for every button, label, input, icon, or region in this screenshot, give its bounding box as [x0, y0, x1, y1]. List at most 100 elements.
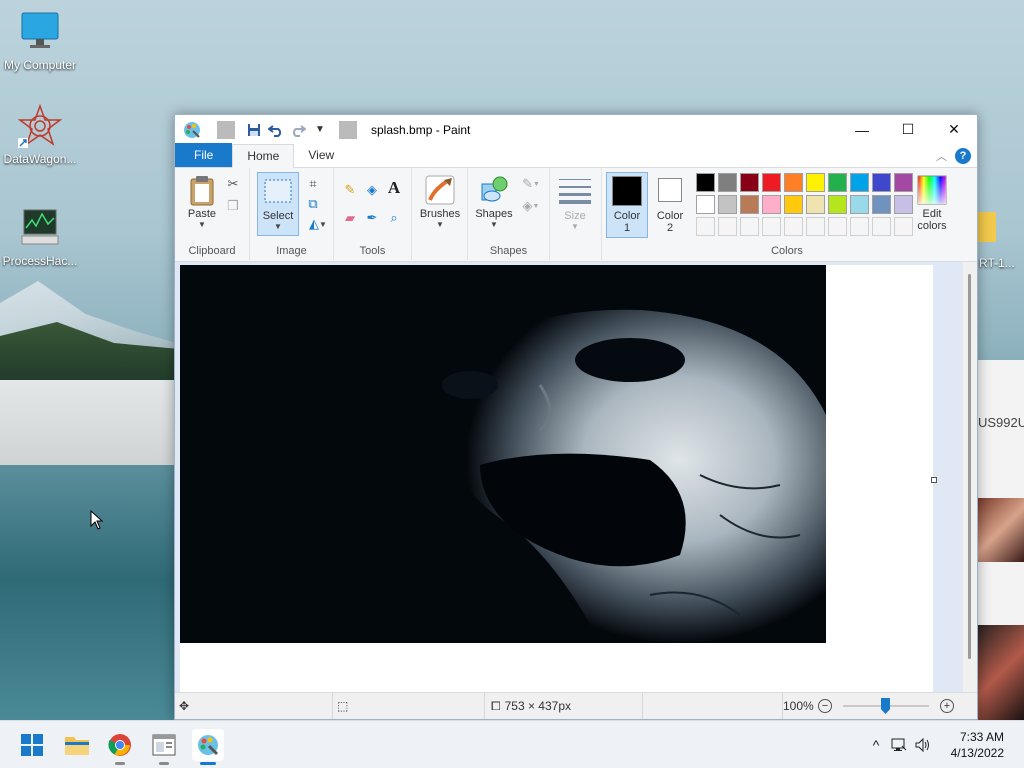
pencil-icon[interactable]: ✎: [342, 182, 358, 198]
zoom-slider-thumb[interactable]: [881, 698, 890, 714]
copy-icon[interactable]: ❐: [225, 198, 241, 214]
crop-icon[interactable]: ⌗: [305, 176, 321, 192]
tab-home[interactable]: Home: [232, 144, 295, 168]
desktop-icon-processhacker[interactable]: ProcessHac...: [0, 206, 80, 268]
palette-swatch[interactable]: [740, 217, 759, 236]
zoom-out-button[interactable]: −: [818, 699, 832, 713]
clipboard-icon: [186, 174, 218, 206]
edit-colors-button[interactable]: Edit colors: [912, 174, 952, 232]
palette-swatch[interactable]: [850, 195, 869, 214]
undo-icon[interactable]: [267, 121, 285, 139]
taskbar-file-explorer[interactable]: [61, 729, 93, 761]
desktop-icon-label: My Computer: [3, 58, 77, 72]
canvas-workspace[interactable]: [175, 262, 977, 693]
chrome-icon: [108, 734, 131, 756]
minimize-button[interactable]: —: [839, 115, 885, 144]
brushes-button[interactable]: Brushes ▼: [418, 174, 462, 229]
paste-button[interactable]: Paste ▼: [183, 174, 221, 229]
drawing-canvas[interactable]: [180, 265, 933, 692]
desktop-icon-datawagon[interactable]: DataWagon...: [0, 103, 80, 166]
vertical-scrollbar[interactable]: [963, 262, 977, 693]
tab-view[interactable]: View: [294, 143, 348, 167]
save-icon[interactable]: [245, 121, 263, 139]
fill-bucket-icon[interactable]: ◈: [364, 182, 380, 198]
palette-swatch[interactable]: [828, 217, 847, 236]
background-window-partial[interactable]: US992US: [978, 360, 1024, 720]
desktop-folder-icon[interactable]: [976, 212, 996, 242]
resize-icon[interactable]: ⧉: [305, 196, 321, 212]
size-button[interactable]: Size ▼: [556, 176, 594, 231]
canvas-image-face[interactable]: [180, 265, 826, 643]
fill-icon[interactable]: ◈ ▼: [518, 198, 544, 214]
palette-swatch[interactable]: [762, 217, 781, 236]
title-bar[interactable]: ▼ splash.bmp - Paint — ☐ ✕: [175, 115, 977, 144]
palette-swatch[interactable]: [828, 195, 847, 214]
select-button[interactable]: Select ▼: [257, 172, 299, 236]
eraser-icon[interactable]: ▰: [342, 210, 358, 226]
network-icon[interactable]: [886, 737, 912, 753]
show-hidden-icons-chevron[interactable]: ^: [866, 737, 886, 753]
palette-swatch[interactable]: [696, 217, 715, 236]
zoom-in-button[interactable]: +: [940, 699, 954, 713]
canvas-resize-handle[interactable]: [931, 477, 937, 483]
size-dropdown-icon[interactable]: ▼: [556, 222, 594, 231]
palette-swatch[interactable]: [894, 173, 913, 192]
palette-swatch[interactable]: [806, 217, 825, 236]
outline-icon[interactable]: ✎ ▼: [518, 176, 544, 192]
palette-swatch[interactable]: [740, 173, 759, 192]
palette-swatch[interactable]: [872, 217, 891, 236]
monitor-icon: [18, 10, 62, 54]
color-picker-icon[interactable]: ✒: [364, 210, 380, 226]
maximize-button[interactable]: ☐: [885, 115, 931, 144]
taskbar-paint[interactable]: [192, 729, 224, 765]
start-button[interactable]: [16, 729, 48, 761]
palette-swatch[interactable]: [872, 195, 891, 214]
color1-button[interactable]: Color 1: [606, 172, 648, 238]
paint-app-icon[interactable]: [183, 121, 201, 139]
cut-icon[interactable]: ✂: [225, 176, 241, 192]
volume-icon[interactable]: [912, 737, 934, 753]
palette-swatch[interactable]: [718, 195, 737, 214]
palette-swatch[interactable]: [762, 195, 781, 214]
scrollbar-thumb[interactable]: [968, 274, 971, 659]
palette-swatch[interactable]: [718, 173, 737, 192]
palette-swatch[interactable]: [806, 173, 825, 192]
paste-dropdown-icon[interactable]: ▼: [183, 220, 221, 229]
tab-file[interactable]: File: [175, 143, 233, 167]
collapse-ribbon-icon[interactable]: ︿: [936, 148, 947, 164]
paint-window[interactable]: ▼ splash.bmp - Paint — ☐ ✕ File Home Vie…: [174, 114, 978, 720]
shapes-dropdown-icon[interactable]: ▼: [472, 220, 516, 229]
redo-icon[interactable]: [289, 121, 307, 139]
palette-swatch[interactable]: [696, 173, 715, 192]
brushes-dropdown-icon[interactable]: ▼: [418, 220, 462, 229]
help-icon[interactable]: ?: [955, 148, 971, 164]
select-dropdown-icon[interactable]: ▼: [258, 222, 298, 231]
palette-swatch[interactable]: [850, 173, 869, 192]
close-button[interactable]: ✕: [931, 115, 977, 144]
text-icon[interactable]: A: [386, 178, 402, 197]
clock[interactable]: 7:33 AM 4/13/2022: [951, 729, 1004, 761]
palette-swatch[interactable]: [894, 217, 913, 236]
customize-quick-access-icon[interactable]: ▼: [311, 121, 329, 139]
palette-swatch[interactable]: [850, 217, 869, 236]
palette-swatch[interactable]: [806, 195, 825, 214]
palette-swatch[interactable]: [828, 173, 847, 192]
palette-swatch[interactable]: [696, 195, 715, 214]
palette-swatch[interactable]: [740, 195, 759, 214]
palette-swatch[interactable]: [872, 173, 891, 192]
desktop-icon-my-computer[interactable]: My Computer: [0, 10, 80, 72]
palette-swatch[interactable]: [784, 173, 803, 192]
palette-swatch[interactable]: [784, 217, 803, 236]
palette-swatch[interactable]: [718, 217, 737, 236]
cursor-position-cell: ✥: [175, 693, 333, 719]
palette-swatch[interactable]: [894, 195, 913, 214]
taskbar-app-window[interactable]: [148, 729, 180, 765]
palette-swatch[interactable]: [784, 195, 803, 214]
color2-button[interactable]: Color 2: [650, 174, 690, 234]
palette-swatch[interactable]: [762, 173, 781, 192]
desktop-icon-label: ProcessHac...: [2, 254, 78, 268]
rotate-icon[interactable]: ◭ ▼: [305, 216, 331, 232]
shapes-button[interactable]: Shapes ▼: [472, 174, 516, 229]
magnifier-icon[interactable]: ⌕: [386, 210, 402, 226]
taskbar-chrome[interactable]: [104, 729, 136, 765]
